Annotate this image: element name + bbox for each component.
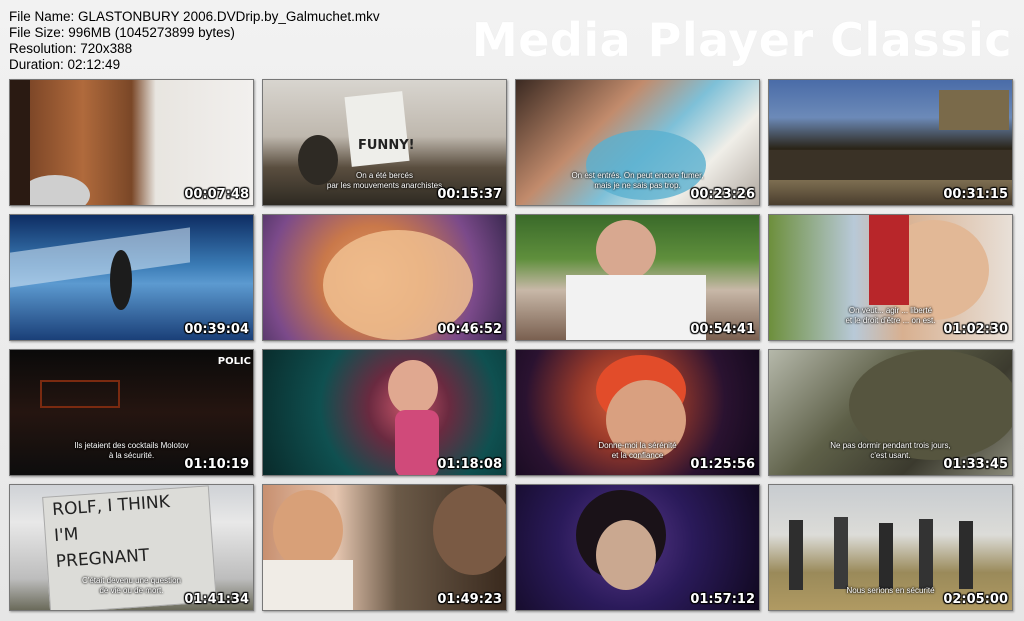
timestamp: 01:02:30 (943, 322, 1008, 337)
file-size: File Size: 996MB (1045273899 bytes) (9, 25, 235, 40)
timestamp: 01:25:56 (690, 457, 755, 472)
thumbnail-08: On veut... agir ... liberté et le droit … (768, 214, 1013, 341)
duration: Duration: 02:12:49 (9, 57, 121, 72)
thumbnail-grid: 00:07:48 FUNNY! On a été bercés par les … (9, 79, 1013, 611)
thumbnail-14: 01:49:23 (262, 484, 507, 611)
timestamp: 00:31:15 (943, 187, 1008, 202)
timestamp: 01:41:34 (184, 592, 249, 607)
police-sign-text: POLIC (217, 356, 251, 367)
timestamp: 00:15:37 (437, 187, 502, 202)
thumbnail-11: Donne-moi la sérénité et la confiance 01… (515, 349, 760, 476)
timestamp: 01:57:12 (690, 592, 755, 607)
contact-sheet: File Name: GLASTONBURY 2006.DVDrip.by_Ga… (0, 0, 1024, 621)
timestamp: 01:33:45 (943, 457, 1008, 472)
thumbnail-12: Ne pas dormir pendant trois jours, c'est… (768, 349, 1013, 476)
thumbnail-01: 00:07:48 (9, 79, 254, 206)
timestamp: 00:46:52 (437, 322, 502, 337)
timestamp: 00:23:26 (690, 187, 755, 202)
timestamp: 01:18:08 (437, 457, 502, 472)
timestamp: 00:07:48 (184, 187, 249, 202)
thumbnail-06: 00:46:52 (262, 214, 507, 341)
thumbnail-16: Nous serions en sécurité 02:05:00 (768, 484, 1013, 611)
resolution: Resolution: 720x388 (9, 41, 133, 56)
thumbnail-04: 00:31:15 (768, 79, 1013, 206)
media-player-classic-watermark: Media Player Classic (471, 13, 1012, 67)
file-name: File Name: GLASTONBURY 2006.DVDrip.by_Ga… (9, 9, 380, 24)
file-info: File Name: GLASTONBURY 2006.DVDrip.by_Ga… (9, 9, 380, 73)
timestamp: 00:39:04 (184, 322, 249, 337)
thumbnail-03: On est entrés. On peut encore fumer, mai… (515, 79, 760, 206)
timestamp: 01:49:23 (437, 592, 502, 607)
thumbnail-09: POLIC Ils jetaient des cocktails Molotov… (9, 349, 254, 476)
timestamp: 02:05:00 (943, 592, 1008, 607)
thumbnail-02: FUNNY! On a été bercés par les mouvement… (262, 79, 507, 206)
timestamp: 00:54:41 (690, 322, 755, 337)
thumbnail-05: 00:39:04 (9, 214, 254, 341)
thumbnail-13: ROLF, I THINK I'M PREGNANT C'était deven… (9, 484, 254, 611)
thumbnail-10: 01:18:08 (262, 349, 507, 476)
thumbnail-15: 01:57:12 (515, 484, 760, 611)
pregnant-banner-text: ROLF, I THINK I'M PREGNANT (51, 491, 171, 573)
timestamp: 01:10:19 (184, 457, 249, 472)
protest-sign-text: FUNNY! (358, 138, 415, 153)
thumbnail-07: 00:54:41 (515, 214, 760, 341)
